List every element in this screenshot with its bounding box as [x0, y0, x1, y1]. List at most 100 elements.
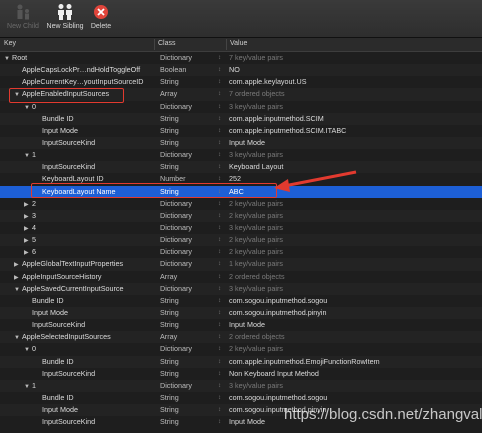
- key-cell[interactable]: Bundle ID: [0, 392, 186, 404]
- type-cell[interactable]: String: [160, 319, 215, 331]
- table-row[interactable]: AppleCapsLockPr…ndHoldToggleOff Boolean ↕ N…: [0, 64, 482, 77]
- table-row[interactable]: ▶ 3 Dictionary ↕ 2 key/value pairs: [0, 209, 482, 223]
- value-cell[interactable]: com.sogou.inputmethod.sogou: [229, 295, 479, 307]
- key-cell[interactable]: InputSourceKind: [0, 319, 176, 331]
- key-cell[interactable]: ▼ AppleSavedCurrentInputSource: [0, 283, 166, 296]
- key-cell[interactable]: ▼ 1: [0, 149, 176, 162]
- table-row[interactable]: ▶ 6 Dictionary ↕ 2 key/value pairs: [0, 246, 482, 258]
- table-row[interactable]: InputSourceKind String ↕ Input Mode: [0, 136, 482, 150]
- value-cell[interactable]: 3 key/value pairs: [229, 101, 479, 113]
- type-popup-icon[interactable]: ↕: [218, 161, 226, 173]
- table-row[interactable]: ▼ 1 Dictionary ↕ 3 key/value pairs: [0, 379, 482, 392]
- key-column-header[interactable]: Key: [4, 40, 16, 47]
- new-child-button[interactable]: New Child: [4, 3, 42, 30]
- table-row[interactable]: InputSourceKind String ↕ Input Mode: [0, 319, 482, 331]
- value-cell[interactable]: com.apple.keylayout.US: [229, 76, 479, 88]
- value-cell[interactable]: com.apple.inputmethod.SCIM.ITABC: [229, 125, 479, 137]
- value-cell[interactable]: 2 key/value pairs: [229, 210, 479, 222]
- type-cell[interactable]: Dictionary: [160, 210, 215, 222]
- table-row[interactable]: ▼ Root Dictionary ↕ 7 key/value pairs: [0, 52, 482, 64]
- key-cell[interactable]: ▶ 3: [0, 210, 176, 223]
- key-cell[interactable]: Bundle ID: [0, 356, 186, 368]
- table-row[interactable]: Bundle ID String ↕ com.apple.inputmethod.SC…: [0, 112, 482, 125]
- type-popup-icon[interactable]: ↕: [218, 271, 226, 283]
- key-cell[interactable]: InputSourceKind: [0, 368, 186, 380]
- type-cell[interactable]: Dictionary: [160, 222, 215, 234]
- table-row[interactable]: Bundle ID String ↕ com.apple.inputmethod.Em…: [0, 355, 482, 368]
- value-cell[interactable]: 3 key/value pairs: [229, 283, 479, 295]
- table-row[interactable]: ▶ AppleGlobalTextInputProperties Dictionar…: [0, 258, 482, 271]
- type-popup-icon[interactable]: ↕: [218, 343, 226, 355]
- value-cell[interactable]: com.sogou.inputmethod.sogou: [229, 392, 479, 404]
- new-sibling-button[interactable]: New Sibling: [44, 3, 86, 30]
- type-cell[interactable]: Dictionary: [160, 149, 215, 161]
- value-cell[interactable]: 7 key/value pairs: [229, 52, 479, 64]
- value-column-header[interactable]: Value: [230, 40, 247, 47]
- column-divider[interactable]: [154, 39, 155, 50]
- table-row[interactable]: AppleCurrentKey…youtInputSourceID String ↕…: [0, 76, 482, 88]
- value-cell[interactable]: 3 key/value pairs: [229, 149, 479, 161]
- type-cell[interactable]: String: [160, 125, 215, 137]
- value-cell[interactable]: Input Mode: [229, 137, 479, 149]
- key-cell[interactable]: Input Mode: [0, 125, 186, 137]
- key-cell[interactable]: AppleCurrentKey…youtInputSourceID: [0, 76, 166, 88]
- type-popup-icon[interactable]: ↕: [218, 113, 226, 125]
- type-popup-icon[interactable]: ↕: [218, 76, 226, 88]
- type-popup-icon[interactable]: ↕: [218, 258, 226, 270]
- value-cell[interactable]: com.apple.inputmethod.EmojiFunctionRowIt…: [229, 356, 479, 368]
- table-row[interactable]: ▶ 4 Dictionary ↕ 3 key/value pairs: [0, 222, 482, 234]
- value-cell[interactable]: 2 ordered objects: [229, 271, 479, 283]
- key-cell[interactable]: ▶ 6: [0, 246, 176, 259]
- type-popup-icon[interactable]: ↕: [218, 64, 226, 76]
- key-cell[interactable]: Input Mode: [0, 404, 186, 416]
- type-cell[interactable]: Dictionary: [160, 343, 215, 355]
- class-column-header[interactable]: Class: [158, 40, 176, 47]
- table-row[interactable]: ▶ 2 Dictionary ↕ 2 key/value pairs: [0, 198, 482, 210]
- type-cell[interactable]: String: [160, 404, 215, 416]
- type-popup-icon[interactable]: ↕: [218, 198, 226, 210]
- type-cell[interactable]: Dictionary: [160, 101, 215, 113]
- table-row[interactable]: ▼ AppleSavedCurrentInputSource Dictionary ↕…: [0, 282, 482, 296]
- type-popup-icon[interactable]: ↕: [218, 246, 226, 258]
- type-cell[interactable]: Array: [160, 271, 215, 283]
- type-cell[interactable]: Dictionary: [160, 380, 215, 392]
- key-cell[interactable]: InputSourceKind: [0, 416, 186, 428]
- type-popup-icon[interactable]: ↕: [218, 307, 226, 319]
- value-cell[interactable]: com.apple.inputmethod.SCIM: [229, 113, 479, 125]
- type-cell[interactable]: Dictionary: [160, 283, 215, 295]
- type-popup-icon[interactable]: ↕: [218, 331, 226, 343]
- type-cell[interactable]: String: [160, 137, 215, 149]
- type-popup-icon[interactable]: ↕: [218, 356, 226, 368]
- type-popup-icon[interactable]: ↕: [218, 392, 226, 404]
- key-cell[interactable]: InputSourceKind: [0, 161, 186, 173]
- type-popup-icon[interactable]: ↕: [218, 283, 226, 295]
- type-popup-icon[interactable]: ↕: [218, 101, 226, 113]
- type-popup-icon[interactable]: ↕: [218, 416, 226, 428]
- type-cell[interactable]: Array: [160, 331, 215, 343]
- key-cell[interactable]: Bundle ID: [0, 113, 186, 125]
- table-row[interactable]: ▼ 1 Dictionary ↕ 3 key/value pairs: [0, 149, 482, 161]
- value-cell[interactable]: 2 key/value pairs: [229, 343, 479, 355]
- key-cell[interactable]: ▶ 4: [0, 222, 176, 235]
- value-cell[interactable]: 7 ordered objects: [229, 88, 479, 100]
- key-cell[interactable]: ▼ 0: [0, 343, 176, 356]
- value-cell[interactable]: 3 key/value pairs: [229, 222, 479, 234]
- value-cell[interactable]: 2 key/value pairs: [229, 246, 479, 258]
- type-popup-icon[interactable]: ↕: [218, 234, 226, 246]
- table-row[interactable]: Input Mode String ↕ com.sogou.inputmethod.p…: [0, 306, 482, 320]
- type-popup-icon[interactable]: ↕: [218, 52, 226, 64]
- type-cell[interactable]: Array: [160, 88, 215, 100]
- table-row[interactable]: ▶ 5 Dictionary ↕ 2 key/value pairs: [0, 234, 482, 247]
- value-cell[interactable]: 2 key/value pairs: [229, 234, 479, 246]
- type-popup-icon[interactable]: ↕: [218, 222, 226, 234]
- key-cell[interactable]: ▶ 5: [0, 234, 176, 247]
- type-cell[interactable]: String: [160, 307, 215, 319]
- type-popup-icon[interactable]: ↕: [218, 404, 226, 416]
- type-popup-icon[interactable]: ↕: [218, 137, 226, 149]
- key-cell[interactable]: AppleCapsLockPr…ndHoldToggleOff: [0, 64, 166, 76]
- key-cell[interactable]: Bundle ID: [0, 295, 176, 307]
- type-cell[interactable]: Dictionary: [160, 258, 215, 270]
- table-row[interactable]: ▶ AppleInputSourceHistory Array ↕ 2 ordered …: [0, 271, 482, 283]
- type-cell[interactable]: String: [160, 392, 215, 404]
- table-row[interactable]: Bundle ID String ↕ com.sogou.inputmethod.so…: [0, 295, 482, 307]
